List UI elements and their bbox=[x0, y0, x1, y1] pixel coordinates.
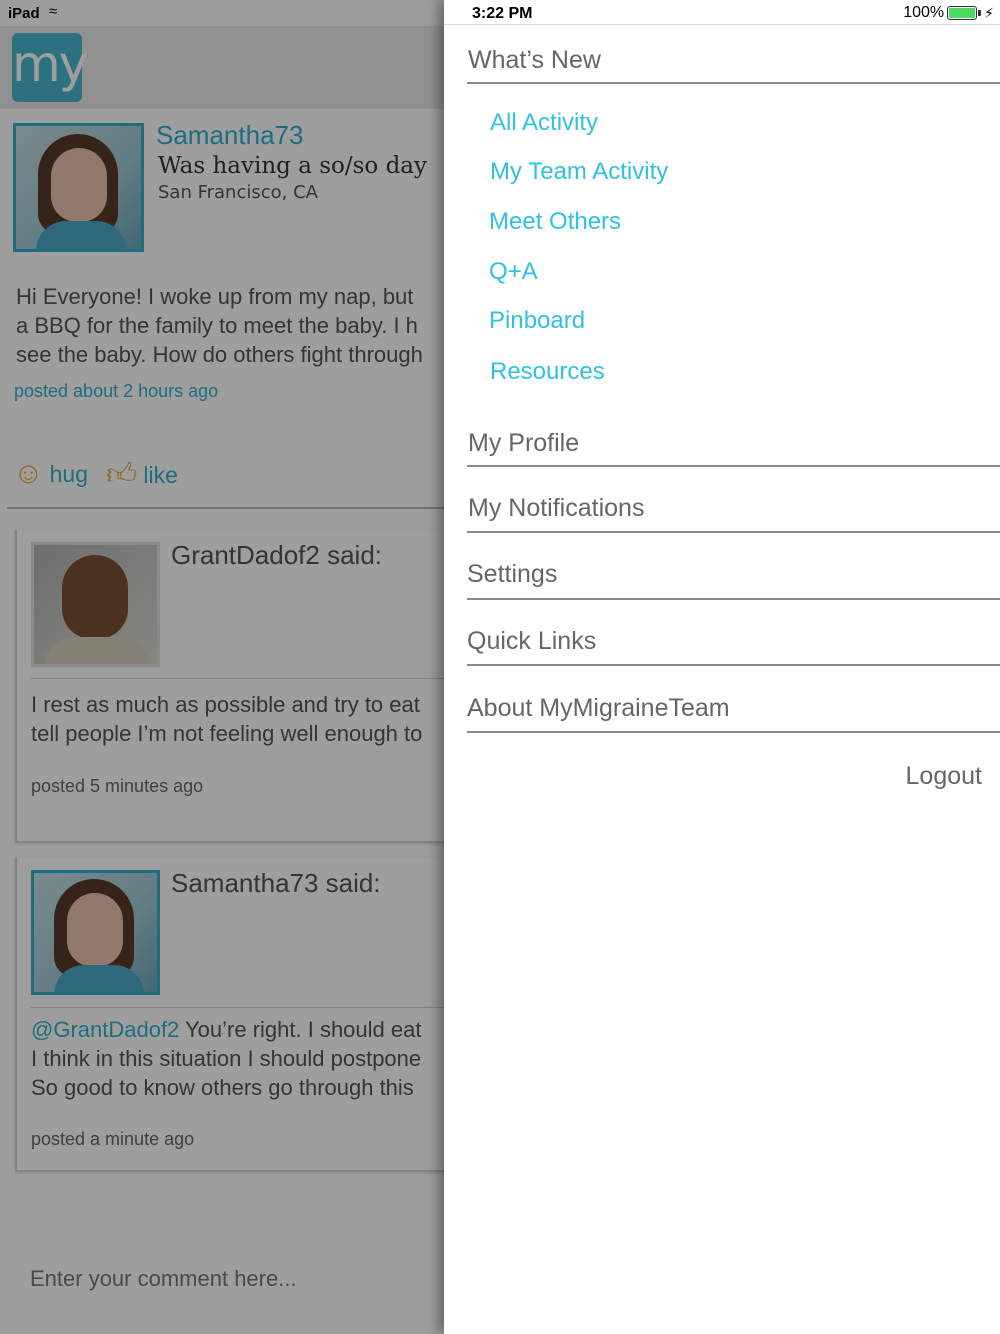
section-settings[interactable]: Settings bbox=[467, 560, 557, 589]
battery-icon bbox=[947, 6, 978, 20]
charging-bolt-icon: ⚡︎ bbox=[984, 4, 994, 21]
section-divider bbox=[467, 531, 1000, 533]
section-divider bbox=[467, 598, 1000, 600]
section-my-profile[interactable]: My Profile bbox=[468, 429, 579, 458]
logout-button[interactable]: Logout bbox=[906, 762, 982, 791]
menu-item-pinboard[interactable]: Pinboard bbox=[489, 307, 585, 335]
section-divider bbox=[467, 82, 1000, 84]
section-divider bbox=[467, 731, 1000, 733]
section-quick-links[interactable]: Quick Links bbox=[467, 627, 596, 656]
dim-overlay[interactable] bbox=[0, 0, 444, 1334]
section-my-notifications[interactable]: My Notifications bbox=[468, 494, 644, 523]
status-time: 3:22 PM bbox=[472, 5, 533, 22]
navigation-drawer: 3:22 PM 100% ⚡︎ What’s New All Activity … bbox=[444, 0, 1000, 1334]
menu-item-qa[interactable]: Q+A bbox=[489, 258, 538, 286]
section-divider bbox=[467, 664, 1000, 666]
menu-item-meet-others[interactable]: Meet Others bbox=[489, 208, 621, 236]
battery-status: 100% ⚡︎ bbox=[903, 4, 994, 22]
status-divider bbox=[444, 24, 1000, 25]
battery-percent: 100% bbox=[903, 4, 945, 21]
section-divider bbox=[467, 465, 1000, 467]
section-whats-new[interactable]: What’s New bbox=[468, 46, 601, 75]
menu-item-resources[interactable]: Resources bbox=[490, 358, 605, 386]
battery-tip bbox=[978, 10, 982, 16]
section-about[interactable]: About MyMigraineTeam bbox=[467, 694, 730, 723]
menu-item-all-activity[interactable]: All Activity bbox=[490, 109, 598, 137]
menu-item-my-team-activity[interactable]: My Team Activity bbox=[490, 158, 668, 186]
